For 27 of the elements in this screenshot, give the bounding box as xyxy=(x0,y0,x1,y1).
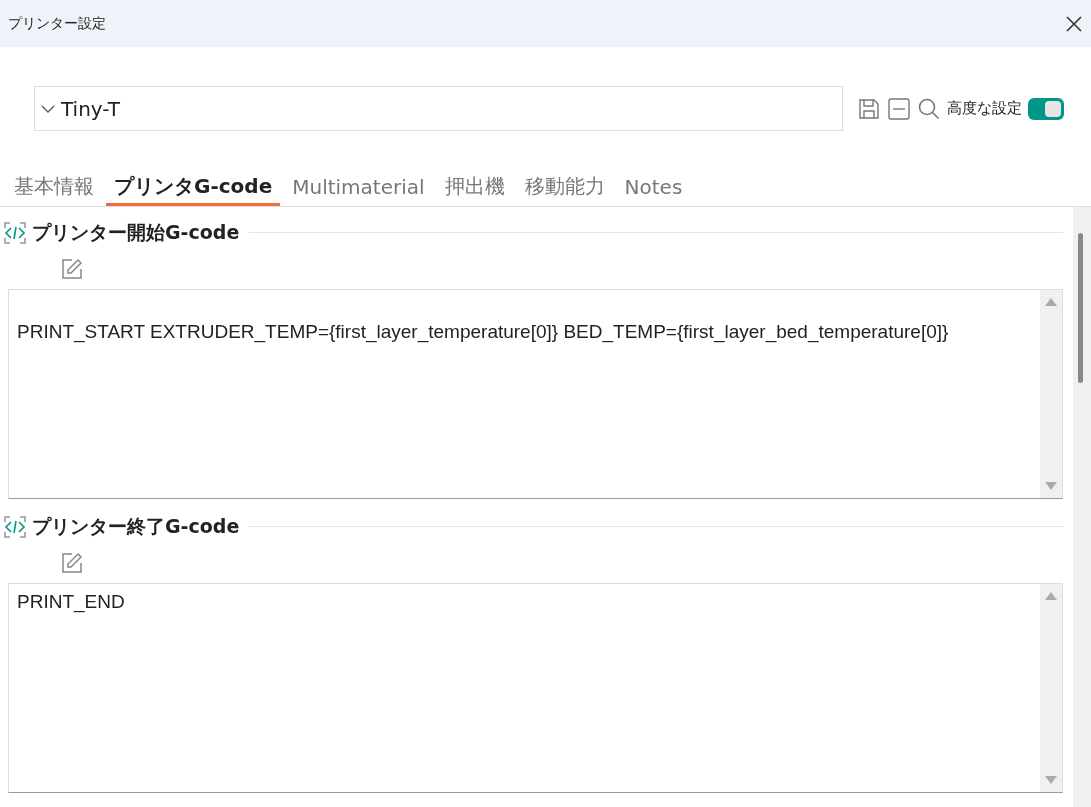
tab[interactable]: 移動能力 xyxy=(516,166,613,206)
scroll-up-icon[interactable] xyxy=(1045,592,1057,600)
save-icon[interactable] xyxy=(857,96,881,121)
preset-dropdown[interactable]: Tiny-T xyxy=(34,86,843,131)
section-title: プリンター終了G-code xyxy=(32,514,240,539)
advanced-toggle[interactable] xyxy=(1028,97,1064,120)
gcode-text-area[interactable]: PRINT_END xyxy=(8,583,1063,793)
search-icon[interactable] xyxy=(917,96,941,121)
tab[interactable]: プリンタG-code xyxy=(106,166,281,206)
scroll-up-icon[interactable] xyxy=(1045,298,1057,306)
section-title: プリンター開始G-code xyxy=(32,220,240,245)
code-icon xyxy=(2,514,28,540)
code-icon xyxy=(2,220,28,246)
chevron-down-icon xyxy=(41,104,55,113)
advanced-settings-label: 高度な設定 xyxy=(947,99,1022,118)
scroll-down-icon[interactable] xyxy=(1045,776,1057,784)
tab[interactable]: Multimaterial xyxy=(284,166,433,206)
tab[interactable]: 押出機 xyxy=(436,166,513,206)
edit-icon[interactable] xyxy=(60,551,84,575)
tab[interactable]: 基本情報 xyxy=(6,166,102,206)
window-title: プリンター設定 xyxy=(8,14,106,33)
minus-square-icon[interactable] xyxy=(887,96,911,121)
edit-icon[interactable] xyxy=(60,257,84,281)
scroll-down-icon[interactable] xyxy=(1045,482,1057,490)
scrollbar-thumb[interactable] xyxy=(1078,233,1083,383)
gcode-text-area[interactable]: PRINT_START EXTRUDER_TEMP={first_layer_temperature[0]} BED_TEMP={first_layer_bed_temperature[0]} xyxy=(8,289,1063,499)
tab[interactable]: Notes xyxy=(616,166,691,206)
